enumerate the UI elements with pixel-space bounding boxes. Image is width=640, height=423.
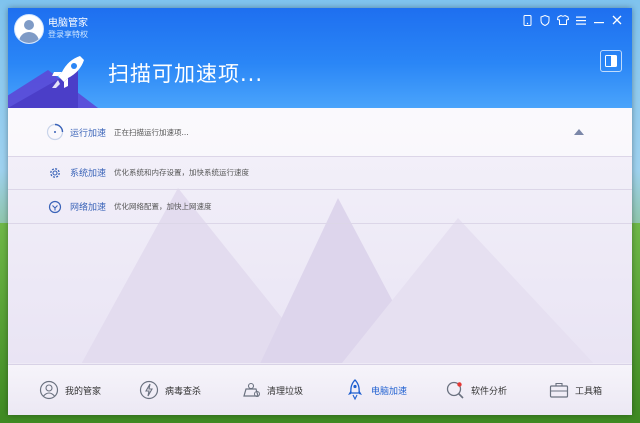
close-button[interactable] — [608, 12, 626, 28]
rocket-icon — [52, 56, 84, 88]
minimize-icon — [594, 22, 604, 24]
nav-pc-speedup[interactable]: 电脑加速 — [344, 365, 407, 415]
menu-button[interactable] — [572, 12, 590, 28]
skin-button[interactable] — [554, 12, 572, 28]
user-shield-icon — [38, 379, 60, 401]
phone-icon — [523, 14, 531, 26]
phone-button[interactable] — [518, 12, 536, 28]
panel-icon — [605, 55, 617, 67]
nav-toolbox[interactable]: 工具箱 — [548, 365, 602, 415]
rocket-icon — [344, 379, 366, 401]
nav-label: 我的管家 — [65, 386, 102, 397]
bottom-nav: 我的管家 病毒查杀 清理垃圾 电脑加速 软件分析 工具箱 — [8, 364, 632, 415]
avatar-body — [19, 32, 39, 43]
login-link[interactable]: 登录享特权 — [48, 29, 88, 40]
nav-label: 工具箱 — [575, 386, 603, 397]
gear-icon — [46, 164, 64, 182]
nav-label: 电脑加速 — [371, 386, 408, 397]
list-item-run-speedup[interactable]: 运行加速 正在扫描运行加速项... — [8, 108, 632, 157]
list-item-system-speedup[interactable]: 系统加速 优化系统和内存设置，加快系统运行速度 — [8, 156, 632, 190]
close-icon — [612, 15, 622, 25]
item-desc: 正在扫描运行加速项... — [114, 127, 189, 137]
window-controls — [518, 12, 626, 28]
item-label: 运行加速 — [70, 128, 107, 139]
toolbox-icon — [548, 379, 570, 401]
nav-my-manager[interactable]: 我的管家 — [38, 365, 101, 415]
background-mountain-3 — [338, 218, 598, 363]
loading-spinner-icon — [46, 123, 64, 141]
item-desc: 优化网络配置，加快上网速度 — [114, 202, 212, 211]
scan-title: 扫描可加速项... — [108, 62, 264, 86]
trash-clean-icon — [240, 379, 262, 401]
item-label: 网络加速 — [70, 203, 107, 213]
app-window: 电脑管家 登录享特权 扫描可加速项... 运行加速 正在扫描运行加速项... 系… — [8, 8, 632, 415]
software-analysis-icon — [444, 379, 466, 401]
nav-label: 软件分析 — [471, 386, 508, 397]
shield-button[interactable] — [536, 12, 554, 28]
app-title: 电脑管家 — [48, 18, 88, 29]
list-item-network-speedup[interactable]: 网络加速 优化网络配置，加快上网速度 — [8, 190, 632, 224]
nav-label: 病毒查杀 — [165, 386, 202, 397]
collapse-button[interactable] — [574, 128, 584, 136]
scan-list-panel: 运行加速 正在扫描运行加速项... 系统加速 优化系统和内存设置，加快系统运行速… — [8, 108, 632, 363]
item-desc: 优化系统和内存设置，加快系统运行速度 — [114, 168, 249, 177]
shirt-icon — [557, 15, 569, 25]
nav-software-analysis[interactable]: 软件分析 — [444, 365, 507, 415]
minimize-button[interactable] — [590, 12, 608, 28]
shield-icon — [540, 14, 550, 26]
header-bar: 电脑管家 登录享特权 扫描可加速项... — [8, 8, 632, 108]
network-icon — [46, 198, 64, 216]
chevron-up-icon — [574, 129, 584, 135]
menu-icon — [576, 16, 586, 25]
item-label: 系统加速 — [70, 169, 107, 179]
avatar-head — [24, 20, 34, 30]
nav-virus-scan[interactable]: 病毒查杀 — [138, 365, 201, 415]
avatar[interactable] — [14, 14, 44, 44]
virus-scan-icon — [138, 379, 160, 401]
nav-label: 清理垃圾 — [267, 386, 304, 397]
nav-clean-junk[interactable]: 清理垃圾 — [240, 365, 303, 415]
sidebar-toggle-button[interactable] — [600, 50, 622, 72]
